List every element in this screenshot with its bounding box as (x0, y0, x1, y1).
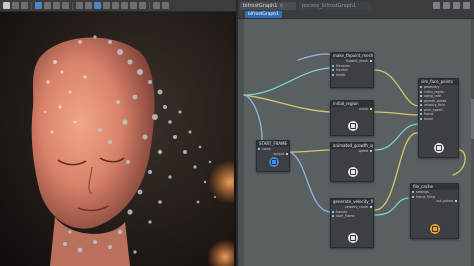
viewport-toolbar (0, 0, 236, 12)
node-type-icon (347, 166, 359, 178)
xray-icon[interactable] (103, 2, 110, 9)
node-type-icon (429, 223, 441, 235)
wireframe-icon[interactable] (53, 2, 60, 9)
node-icon-glyph (350, 123, 356, 129)
node-icon-glyph (271, 159, 277, 165)
node-sim-face-points[interactable]: sim_face_points geometry initial_region … (418, 78, 459, 158)
toolbar-divider (31, 1, 32, 10)
node-initial-region[interactable]: initial_region mesh (330, 100, 374, 136)
safe-frame-icon[interactable] (121, 2, 128, 9)
viewport-render[interactable] (0, 12, 236, 266)
app-window: bifrostGraph1 × pocess_bifrostGraph1 bifr… (0, 0, 474, 266)
camera-icon[interactable] (35, 2, 42, 9)
shaded-icon[interactable] (62, 2, 69, 9)
isolate-icon[interactable] (94, 2, 101, 9)
bifrost-graph-editor[interactable]: bifrostGraph1 × pocess_bifrostGraph1 bifr… (238, 0, 474, 266)
node-icon-glyph (350, 235, 356, 241)
node-type-icon (433, 142, 445, 154)
node-port[interactable]: mesh (331, 107, 373, 112)
hud-icon[interactable] (139, 2, 146, 9)
node-generate-velocity-field[interactable]: generate_velocity_field velocity_curve f… (330, 198, 374, 248)
shadow-icon[interactable] (85, 2, 92, 9)
select-tool-icon[interactable] (3, 2, 10, 9)
node-port[interactable]: mode (419, 117, 458, 122)
node-type-icon (268, 156, 280, 168)
light-icon[interactable] (76, 2, 83, 9)
node-port[interactable]: mode (331, 73, 373, 78)
rotate-tool-icon[interactable] (21, 2, 28, 9)
face-particle-render-image (0, 12, 234, 266)
node-port[interactable]: start_frame (331, 214, 373, 219)
node-icon-glyph (350, 169, 356, 175)
move-tool-icon[interactable] (12, 2, 19, 9)
toolbar-divider (72, 1, 73, 10)
playblast-icon[interactable] (153, 2, 160, 9)
node-icon-glyph (432, 226, 438, 232)
node-make-thpoint-mesh[interactable]: make_thpoint_mesh thpoint_mesh filename … (330, 52, 374, 88)
node-icon-glyph (436, 145, 442, 151)
node-type-icon (347, 120, 359, 132)
resolution-gate-icon[interactable] (112, 2, 119, 9)
node-port[interactable]: out_points (411, 199, 458, 204)
toolbar-divider (149, 1, 150, 10)
node-type-icon (347, 232, 359, 244)
node-start-frame[interactable]: START_FRAME value output (256, 140, 290, 172)
node-file-cache[interactable]: file_cache settings frame_filing out_poi… (410, 183, 459, 239)
render-icon[interactable] (162, 2, 169, 9)
node-port[interactable]: speed (331, 149, 373, 154)
node-animated-growth-speed[interactable]: animated_growth_speed speed (330, 142, 374, 182)
grid-icon[interactable] (44, 2, 51, 9)
hud-icon[interactable] (130, 2, 137, 9)
